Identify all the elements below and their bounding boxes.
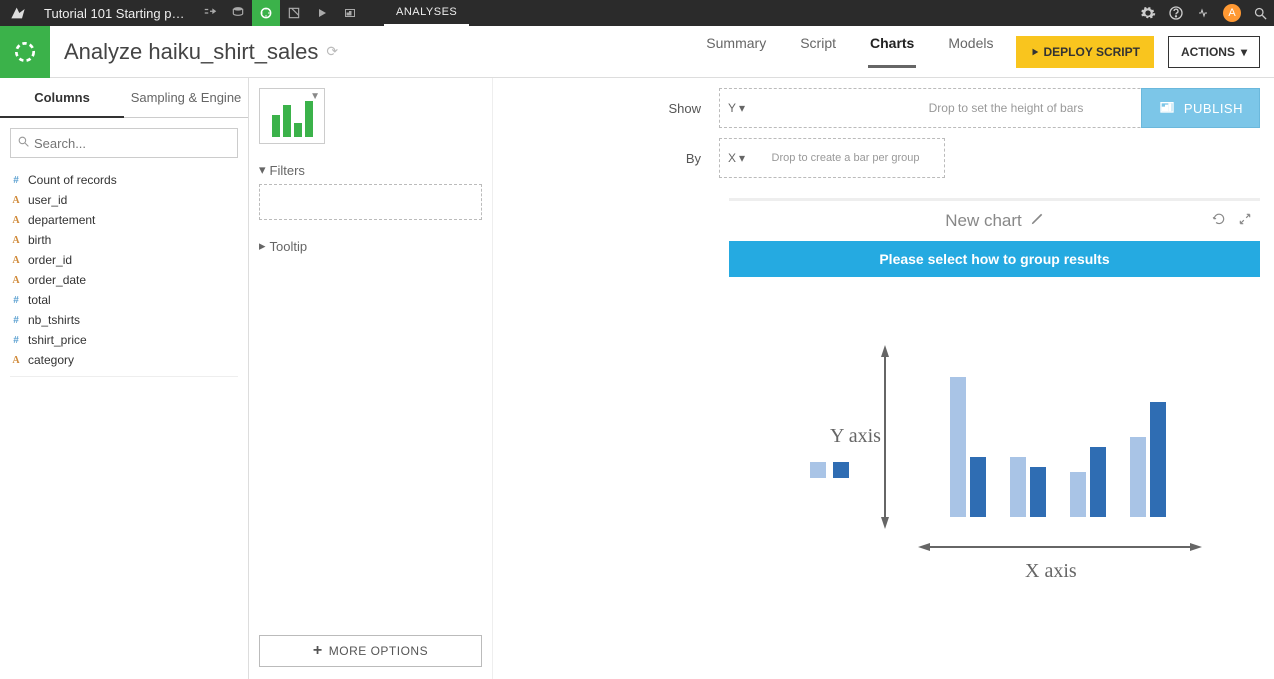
tab-models[interactable]: Models (946, 35, 995, 68)
title-row: Analyze haiku_shirt_sales ⟳ Summary Scri… (0, 26, 1274, 78)
x-dropzone[interactable]: X ▾ Drop to create a bar per group (719, 138, 945, 178)
text-type-icon: A (10, 255, 22, 266)
filters-dropzone[interactable] (259, 184, 482, 220)
chart-placeholder-sketch: Y axis X axis (729, 277, 1260, 647)
search-icon (17, 135, 30, 151)
text-type-icon: A (10, 235, 22, 246)
column-item[interactable]: # Count of records (10, 170, 238, 190)
column-name: user_id (28, 193, 67, 207)
activity-icon[interactable] (1190, 0, 1218, 26)
text-type-icon: A (10, 195, 22, 206)
column-name: order_date (28, 273, 86, 287)
datasets-icon[interactable] (224, 0, 252, 26)
column-item[interactable]: Auser_id (10, 190, 238, 210)
column-name: category (28, 353, 74, 367)
tab-analyses[interactable]: ANALYSES (384, 0, 469, 26)
avatar[interactable]: A (1218, 0, 1246, 26)
column-name: tshirt_price (28, 333, 87, 347)
pencil-icon[interactable] (1030, 211, 1044, 231)
column-item[interactable]: Aorder_date (10, 270, 238, 290)
numeric-type-icon: # (10, 335, 22, 346)
column-name: Count of records (28, 173, 117, 187)
text-type-icon: A (10, 215, 22, 226)
project-name[interactable]: Tutorial 101 Starting pro… (36, 6, 196, 21)
publish-button[interactable]: PUBLISH (1141, 88, 1260, 128)
column-name: total (28, 293, 51, 307)
column-item[interactable]: Aorder_id (10, 250, 238, 270)
more-options-button[interactable]: + MORE OPTIONS (259, 635, 482, 667)
search-field[interactable] (34, 136, 231, 151)
numeric-type-icon: # (10, 175, 22, 186)
app-logo-icon[interactable] (0, 5, 36, 21)
tab-summary[interactable]: Summary (704, 35, 768, 68)
column-name: nb_tshirts (28, 313, 80, 327)
tab-script[interactable]: Script (798, 35, 838, 68)
analysis-logo-icon (0, 26, 50, 78)
tab-charts[interactable]: Charts (868, 35, 916, 68)
view-tabs: Summary Script Charts Models (704, 35, 1015, 68)
numeric-type-icon: # (10, 315, 22, 326)
text-type-icon: A (10, 355, 22, 366)
subtab-sampling[interactable]: Sampling & Engine (124, 78, 248, 118)
column-name: order_id (28, 253, 72, 267)
refresh-icon[interactable] (1212, 211, 1226, 231)
column-item[interactable]: # tshirt_price (10, 330, 238, 350)
chart-title[interactable]: New chart (945, 211, 1022, 231)
caret-down-icon: ▾ (1241, 45, 1247, 59)
search-icon[interactable] (1246, 0, 1274, 26)
flow-icon[interactable] (196, 0, 224, 26)
column-item[interactable]: Acategory (10, 350, 238, 370)
caret-down-icon: ▾ (739, 101, 745, 115)
gear-icon[interactable] (1134, 0, 1162, 26)
chart-config-panel: ▼ ▾Filters ▸Tooltip + MORE OPTIONS (249, 78, 493, 679)
tooltip-section[interactable]: ▸Tooltip (259, 238, 482, 254)
topbar: Tutorial 101 Starting pro… ANALYSES A (0, 0, 1274, 26)
filters-section[interactable]: ▾Filters (259, 162, 482, 178)
column-item[interactable]: Abirth (10, 230, 238, 250)
column-list: #Count of recordsAuser_idAdepartementAbi… (0, 168, 248, 385)
sidebar-columns: Columns Sampling & Engine # Count of reco… (0, 78, 249, 679)
chart-area: New chart Please select how to group res… (729, 198, 1260, 647)
svg-text:Y axis: Y axis (830, 425, 881, 447)
column-name: departement (28, 213, 95, 227)
search-input[interactable] (10, 128, 238, 158)
column-item[interactable]: # nb_tshirts (10, 310, 238, 330)
numeric-type-icon: # (10, 295, 22, 306)
svg-text:X axis: X axis (1025, 560, 1077, 582)
column-name: birth (28, 233, 51, 247)
plus-icon: + (313, 642, 323, 660)
subtab-columns[interactable]: Columns (0, 78, 124, 118)
chart-message: Please select how to group results (729, 241, 1260, 277)
deploy-script-button[interactable]: DEPLOY SCRIPT (1016, 36, 1154, 68)
text-type-icon: A (10, 275, 22, 286)
chart-type-selector[interactable]: ▼ (259, 88, 325, 144)
caret-down-icon: ▼ (310, 91, 320, 102)
column-item[interactable]: # total (10, 290, 238, 310)
page-title: Analyze haiku_shirt_sales (50, 39, 318, 65)
chart-content: PUBLISH Show Y ▾ Drop to set the height … (493, 78, 1274, 679)
help-icon[interactable] (1162, 0, 1190, 26)
jobs-icon[interactable] (308, 0, 336, 26)
caret-down-icon: ▾ (259, 162, 266, 178)
by-label: By (503, 151, 719, 166)
refresh-icon[interactable]: ⟳ (326, 43, 338, 60)
column-item[interactable]: Adepartement (10, 210, 238, 230)
show-label: Show (503, 101, 719, 116)
analyses-icon[interactable] (252, 0, 280, 26)
notebooks-icon[interactable] (280, 0, 308, 26)
actions-button[interactable]: ACTIONS ▾ (1168, 36, 1260, 68)
caret-down-icon: ▾ (739, 151, 745, 165)
caret-right-icon: ▸ (259, 238, 266, 254)
dashboards-icon[interactable] (336, 0, 364, 26)
expand-icon[interactable] (1238, 211, 1252, 231)
